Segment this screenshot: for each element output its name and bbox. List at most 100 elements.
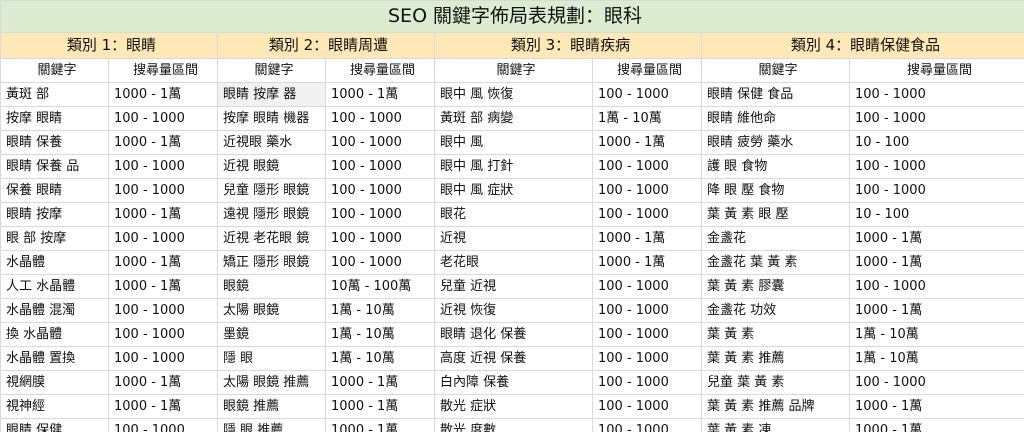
header-volume-cell[interactable]: 搜尋量區間	[592, 58, 702, 83]
keyword-cell[interactable]: 按摩 眼睛	[0, 106, 109, 131]
keyword-cell[interactable]: 矯正 隱形 眼鏡	[217, 250, 326, 275]
volume-cell[interactable]: 100 - 1000	[592, 274, 702, 299]
volume-cell[interactable]: 100 - 1000	[848, 274, 1024, 299]
volume-cell[interactable]: 100 - 1000	[108, 418, 218, 432]
volume-cell[interactable]: 100 - 1000	[848, 106, 1024, 131]
keyword-cell[interactable]: 眼睛 疲勞 藥水	[701, 130, 850, 155]
volume-cell[interactable]: 1萬 - 10萬	[848, 346, 1024, 371]
volume-cell[interactable]: 100 - 1000	[325, 106, 435, 131]
category-4-cell[interactable]: 類別 4：眼睛保健食品	[700, 32, 1024, 59]
volume-cell[interactable]: 1000 - 1萬	[108, 250, 218, 275]
header-keyword-cell[interactable]: 關鍵字	[434, 58, 593, 83]
volume-cell[interactable]: 1000 - 1萬	[848, 250, 1024, 275]
keyword-cell[interactable]: 近視 老花眼 鏡	[217, 226, 326, 251]
keyword-cell[interactable]: 水晶體 置換	[0, 346, 109, 371]
keyword-cell[interactable]: 眼睛 按摩 器	[217, 82, 326, 107]
volume-cell[interactable]: 1萬 - 10萬	[592, 106, 702, 131]
keyword-cell[interactable]: 兒童 隱形 眼鏡	[217, 178, 326, 203]
volume-cell[interactable]: 100 - 1000	[108, 226, 218, 251]
category-2-cell[interactable]: 類別 2：眼睛周遭	[217, 32, 435, 59]
volume-cell[interactable]: 1000 - 1萬	[848, 226, 1024, 251]
volume-cell[interactable]: 1萬 - 10萬	[325, 346, 435, 371]
volume-cell[interactable]: 1000 - 1萬	[848, 298, 1024, 323]
volume-cell[interactable]: 100 - 1000	[592, 154, 702, 179]
keyword-cell[interactable]: 黃斑 部 病變	[434, 106, 593, 131]
sheet-title-cell[interactable]: SEO 關鍵字佈局表規劃：眼科	[0, 0, 1024, 33]
keyword-cell[interactable]: 老花眼	[434, 250, 593, 275]
keyword-cell[interactable]: 眼鏡 推薦	[217, 394, 326, 419]
keyword-cell[interactable]: 降 眼 壓 食物	[701, 178, 850, 203]
volume-cell[interactable]: 100 - 1000	[592, 82, 702, 107]
volume-cell[interactable]: 1000 - 1萬	[108, 394, 218, 419]
category-1-cell[interactable]: 類別 1：眼睛	[0, 32, 218, 59]
keyword-cell[interactable]: 保養 眼睛	[0, 178, 109, 203]
volume-cell[interactable]: 1000 - 1萬	[325, 370, 435, 395]
keyword-cell[interactable]: 葉 黃 素 眼 壓	[701, 202, 850, 227]
volume-cell[interactable]: 100 - 1000	[848, 178, 1024, 203]
keyword-cell[interactable]: 眼睛 保養	[0, 130, 109, 155]
keyword-cell[interactable]: 高度 近視 保養	[434, 346, 593, 371]
volume-cell[interactable]: 1萬 - 10萬	[325, 298, 435, 323]
keyword-cell[interactable]: 眼睛 按摩	[0, 202, 109, 227]
keyword-cell[interactable]: 眼花	[434, 202, 593, 227]
category-3-cell[interactable]: 類別 3：眼睛疾病	[434, 32, 702, 59]
keyword-cell[interactable]: 水晶體	[0, 250, 109, 275]
volume-cell[interactable]: 10 - 100	[848, 202, 1024, 227]
volume-cell[interactable]: 100 - 1000	[848, 154, 1024, 179]
keyword-cell[interactable]: 太陽 眼鏡	[217, 298, 326, 323]
keyword-cell[interactable]: 近視眼 藥水	[217, 130, 326, 155]
volume-cell[interactable]: 100 - 1000	[108, 178, 218, 203]
keyword-cell[interactable]: 眼睛 保養 品	[0, 154, 109, 179]
keyword-cell[interactable]: 人工 水晶體	[0, 274, 109, 299]
keyword-cell[interactable]: 墨鏡	[217, 322, 326, 347]
header-keyword-cell[interactable]: 關鍵字	[0, 58, 109, 83]
volume-cell[interactable]: 100 - 1000	[325, 226, 435, 251]
volume-cell[interactable]: 100 - 1000	[592, 178, 702, 203]
keyword-cell[interactable]: 水晶體 混濁	[0, 298, 109, 323]
keyword-cell[interactable]: 葉 黃 素 推薦 品牌	[701, 394, 850, 419]
volume-cell[interactable]: 1000 - 1萬	[592, 226, 702, 251]
volume-cell[interactable]: 1000 - 1萬	[108, 370, 218, 395]
keyword-cell[interactable]: 眼睛 退化 保養	[434, 322, 593, 347]
volume-cell[interactable]: 1000 - 1萬	[108, 274, 218, 299]
keyword-cell[interactable]: 按摩 眼睛 機器	[217, 106, 326, 131]
keyword-cell[interactable]: 散光 度數	[434, 418, 593, 432]
keyword-cell[interactable]: 葉 黃 素 膠囊	[701, 274, 850, 299]
volume-cell[interactable]: 100 - 1000	[108, 322, 218, 347]
keyword-cell[interactable]: 白內障 保養	[434, 370, 593, 395]
volume-cell[interactable]: 1000 - 1萬	[848, 394, 1024, 419]
volume-cell[interactable]: 1萬 - 10萬	[848, 322, 1024, 347]
volume-cell[interactable]: 1000 - 1萬	[108, 130, 218, 155]
keyword-cell[interactable]: 換 水晶體	[0, 322, 109, 347]
keyword-cell[interactable]: 散光 症狀	[434, 394, 593, 419]
volume-cell[interactable]: 100 - 1000	[325, 130, 435, 155]
volume-cell[interactable]: 1000 - 1萬	[848, 418, 1024, 432]
volume-cell[interactable]: 1000 - 1萬	[325, 394, 435, 419]
keyword-cell[interactable]: 眼睛 維他命	[701, 106, 850, 131]
volume-cell[interactable]: 10萬 - 100萬	[325, 274, 435, 299]
volume-cell[interactable]: 1000 - 1萬	[592, 130, 702, 155]
volume-cell[interactable]: 100 - 1000	[108, 154, 218, 179]
keyword-cell[interactable]: 黃斑 部	[0, 82, 109, 107]
volume-cell[interactable]: 100 - 1000	[592, 202, 702, 227]
keyword-cell[interactable]: 眼睛 保健 食品	[701, 82, 850, 107]
volume-cell[interactable]: 100 - 1000	[848, 82, 1024, 107]
volume-cell[interactable]: 100 - 1000	[108, 298, 218, 323]
volume-cell[interactable]: 1000 - 1萬	[325, 418, 435, 432]
volume-cell[interactable]: 10 - 100	[848, 130, 1024, 155]
keyword-cell[interactable]: 近視 眼鏡	[217, 154, 326, 179]
volume-cell[interactable]: 100 - 1000	[592, 394, 702, 419]
header-keyword-cell[interactable]: 關鍵字	[701, 58, 850, 83]
keyword-cell[interactable]: 金盞花 葉 黃 素	[701, 250, 850, 275]
keyword-cell[interactable]: 葉 黃 素	[701, 322, 850, 347]
keyword-cell[interactable]: 遠視 隱形 眼鏡	[217, 202, 326, 227]
volume-cell[interactable]: 1000 - 1萬	[592, 250, 702, 275]
volume-cell[interactable]: 100 - 1000	[325, 250, 435, 275]
volume-cell[interactable]: 1000 - 1萬	[108, 202, 218, 227]
volume-cell[interactable]: 100 - 1000	[592, 298, 702, 323]
volume-cell[interactable]: 100 - 1000	[592, 418, 702, 432]
keyword-cell[interactable]: 視神經	[0, 394, 109, 419]
keyword-cell[interactable]: 兒童 近視	[434, 274, 593, 299]
keyword-cell[interactable]: 葉 黃 素 推薦	[701, 346, 850, 371]
keyword-cell[interactable]: 護 眼 食物	[701, 154, 850, 179]
